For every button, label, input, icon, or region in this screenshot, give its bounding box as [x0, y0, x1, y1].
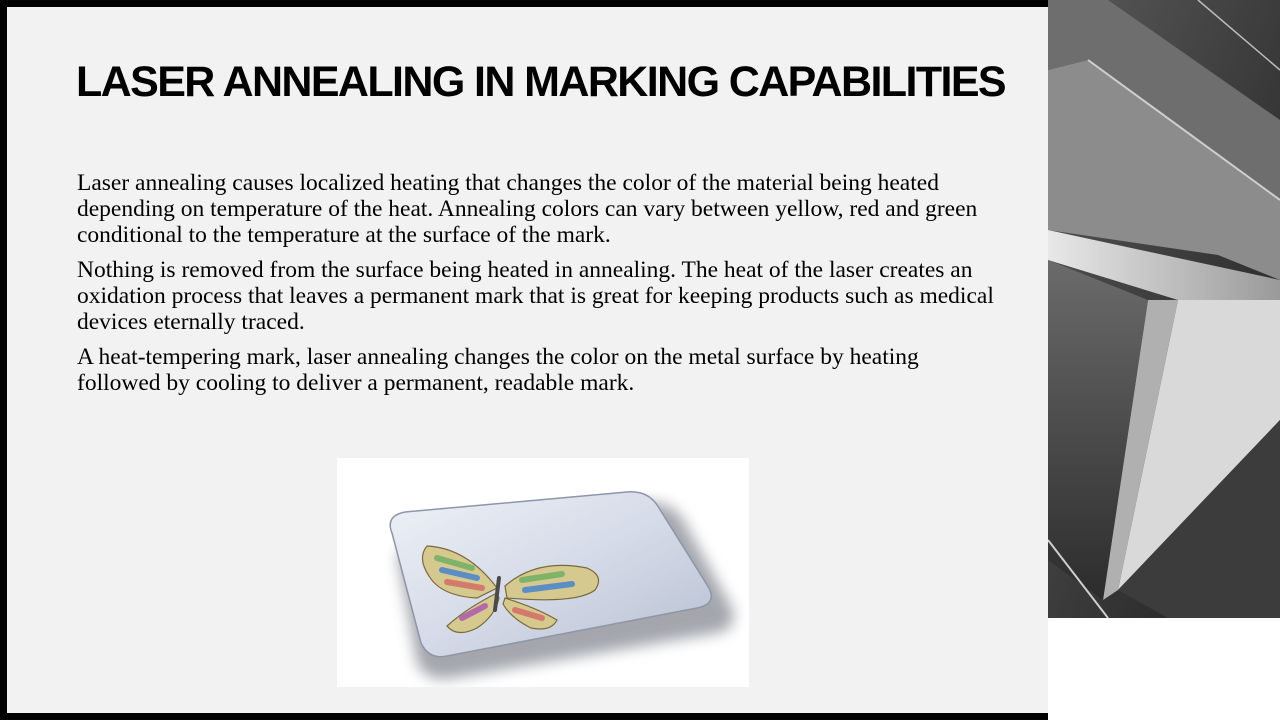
slide-body: Laser annealing causes localized heating… — [77, 170, 1007, 405]
side-photo — [1048, 0, 1280, 618]
paragraph-2: Nothing is removed from the surface bein… — [77, 257, 994, 335]
paragraph-3: A heat-tempering mark, laser annealing c… — [77, 344, 919, 396]
butterfly-plate-icon — [389, 491, 734, 679]
product-photo — [337, 458, 749, 687]
slide-title: LASER ANNEALING IN MARKING CAPABILITIES — [76, 58, 1007, 106]
concrete-star-icon — [1048, 0, 1280, 618]
paragraph-1: Laser annealing causes localized heating… — [77, 170, 978, 248]
